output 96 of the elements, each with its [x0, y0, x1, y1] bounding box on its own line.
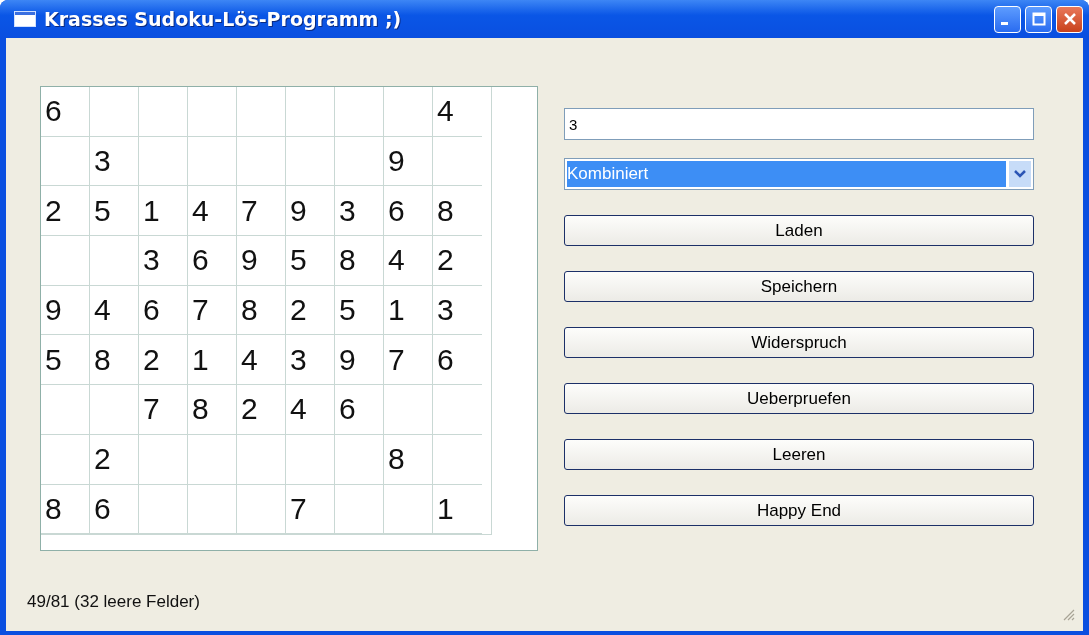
grid-cell[interactable]	[335, 434, 384, 485]
grid-cell[interactable]	[139, 434, 188, 485]
grid-cell[interactable]	[139, 136, 188, 187]
grid-cell[interactable]: 6	[139, 285, 188, 336]
window-icon	[14, 11, 36, 27]
grid-cell[interactable]: 8	[90, 335, 139, 386]
grid-cell[interactable]	[41, 136, 90, 187]
grid-cell[interactable]: 9	[237, 236, 286, 286]
grid-cell[interactable]: 3	[90, 136, 139, 187]
grid-cell[interactable]: 5	[286, 236, 335, 286]
grid-cell[interactable]: 6	[433, 335, 482, 386]
grid-cell[interactable]	[286, 434, 335, 485]
grid-cell[interactable]: 8	[41, 484, 90, 535]
action-button[interactable]: Speichern	[564, 271, 1034, 302]
grid-cell[interactable]: 8	[335, 236, 384, 286]
grid-cell[interactable]: 8	[384, 434, 433, 485]
grid-cell[interactable]: 2	[237, 385, 286, 435]
grid-cell[interactable]: 8	[188, 385, 237, 435]
grid-cell[interactable]	[41, 236, 90, 286]
grid-cell[interactable]	[335, 87, 384, 137]
grid-cell[interactable]: 7	[237, 186, 286, 237]
grid-cell[interactable]: 7	[286, 484, 335, 535]
grid-cell[interactable]	[41, 385, 90, 435]
grid-cell[interactable]: 1	[188, 335, 237, 386]
grid-cell[interactable]	[139, 484, 188, 535]
close-button[interactable]	[1056, 5, 1083, 33]
grid-cell[interactable]: 3	[335, 186, 384, 237]
grid-cell[interactable]	[237, 484, 286, 535]
grid-cell[interactable]: 2	[286, 285, 335, 336]
grid-cell[interactable]	[237, 434, 286, 485]
grid-cell[interactable]: 1	[139, 186, 188, 237]
grid-cell[interactable]	[335, 484, 384, 535]
grid-cell[interactable]: 5	[90, 186, 139, 237]
grid-cell[interactable]	[139, 87, 188, 137]
grid-cell[interactable]: 3	[286, 335, 335, 386]
grid-cell[interactable]: 4	[433, 87, 482, 137]
input-field[interactable]: 3	[564, 108, 1034, 140]
grid-cell[interactable]: 4	[90, 285, 139, 336]
grid-cell[interactable]	[335, 136, 384, 187]
grid-cell[interactable]	[90, 87, 139, 137]
chevron-down-icon	[1009, 161, 1031, 187]
grid-cell[interactable]: 6	[90, 484, 139, 535]
grid-cell[interactable]: 2	[433, 236, 482, 286]
grid-cell[interactable]: 3	[139, 236, 188, 286]
grid-cell[interactable]: 9	[41, 285, 90, 336]
action-button[interactable]: Widerspruch	[564, 327, 1034, 358]
status-text: 49/81 (32 leere Felder)	[27, 592, 200, 612]
grid-cell[interactable]	[237, 87, 286, 137]
grid-cell[interactable]: 8	[237, 285, 286, 336]
grid-cell[interactable]: 9	[335, 335, 384, 386]
grid-cell[interactable]: 4	[188, 186, 237, 237]
grid-cell[interactable]	[237, 136, 286, 187]
action-button[interactable]: Laden	[564, 215, 1034, 246]
action-button[interactable]: Ueberpruefen	[564, 383, 1034, 414]
grid-cell[interactable]: 5	[335, 285, 384, 336]
grid-cell[interactable]	[188, 87, 237, 137]
grid-cell[interactable]: 9	[384, 136, 433, 187]
grid-cell[interactable]: 8	[433, 186, 482, 237]
grid-cell[interactable]: 4	[384, 236, 433, 286]
grid-cell[interactable]: 7	[139, 385, 188, 435]
grid-cell[interactable]	[188, 434, 237, 485]
window-title: Krasses Sudoku-Lös-Programm ;)	[44, 8, 402, 30]
grid-cell[interactable]: 2	[139, 335, 188, 386]
grid-cell[interactable]: 6	[41, 87, 90, 137]
resize-grip-icon[interactable]	[1061, 607, 1075, 621]
grid-cell[interactable]: 6	[188, 236, 237, 286]
grid-cell[interactable]: 4	[237, 335, 286, 386]
grid-cell[interactable]	[41, 434, 90, 485]
action-button[interactable]: Happy End	[564, 495, 1034, 526]
grid-cell[interactable]: 9	[286, 186, 335, 237]
grid-cell[interactable]: 1	[433, 484, 482, 535]
grid-cell[interactable]: 5	[41, 335, 90, 386]
grid-cell[interactable]: 6	[384, 186, 433, 237]
grid-cell[interactable]: 1	[384, 285, 433, 336]
grid-cell[interactable]: 4	[286, 385, 335, 435]
grid-cell[interactable]: 3	[433, 285, 482, 336]
grid-cell[interactable]: 2	[41, 186, 90, 237]
grid-cell[interactable]: 7	[384, 335, 433, 386]
action-button[interactable]: Leeren	[564, 439, 1034, 470]
minimize-button[interactable]	[994, 5, 1021, 33]
grid-cell[interactable]	[384, 484, 433, 535]
grid-cell[interactable]: 6	[335, 385, 384, 435]
grid-cell[interactable]	[384, 87, 433, 137]
grid-cell[interactable]	[384, 385, 433, 435]
grid-cell[interactable]	[286, 136, 335, 187]
grid-cell[interactable]	[188, 484, 237, 535]
grid-cell[interactable]: 2	[90, 434, 139, 485]
minimize-icon	[1001, 21, 1008, 25]
maximize-icon	[1031, 12, 1046, 26]
grid-cell[interactable]	[90, 236, 139, 286]
maximize-button[interactable]	[1025, 5, 1052, 33]
grid-cell[interactable]: 7	[188, 285, 237, 336]
grid-cell[interactable]	[188, 136, 237, 187]
grid-cell[interactable]	[286, 87, 335, 137]
close-icon	[1062, 12, 1077, 26]
grid-cell[interactable]	[90, 385, 139, 435]
